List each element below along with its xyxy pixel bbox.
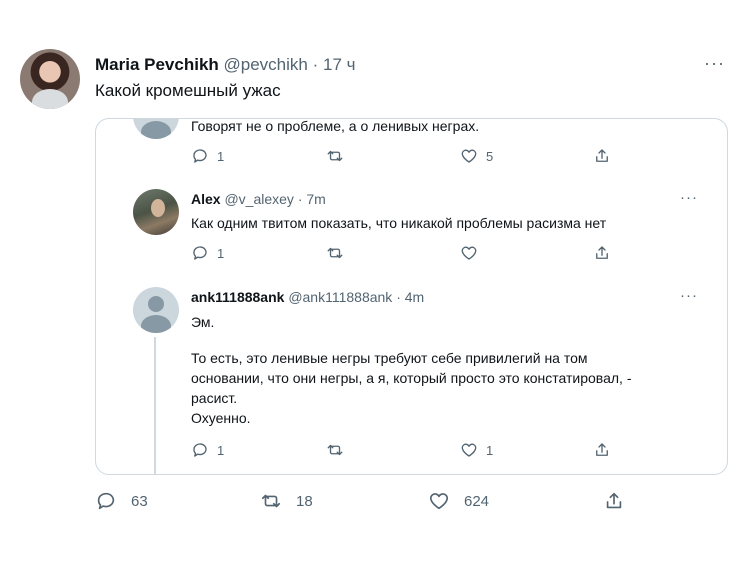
share-button[interactable] bbox=[593, 147, 611, 165]
action-bar: 1 1 bbox=[191, 441, 621, 459]
like-icon bbox=[461, 246, 477, 260]
retweet-button[interactable]: 18 bbox=[260, 490, 313, 512]
like-count: 624 bbox=[464, 492, 490, 510]
tweet-timestamp[interactable]: 4m bbox=[405, 289, 424, 305]
retweet-button[interactable] bbox=[326, 441, 352, 459]
retweet-count: 18 bbox=[296, 492, 313, 510]
avatar bbox=[133, 119, 179, 139]
reply-icon bbox=[193, 246, 207, 260]
tweet-text: Эм. То есть, это ленивые негры требуют с… bbox=[191, 312, 691, 428]
like-count: 1 bbox=[486, 442, 494, 458]
reply-icon bbox=[193, 149, 207, 163]
more-options-icon[interactable]: ··· bbox=[704, 53, 725, 74]
reply-count: 63 bbox=[131, 492, 148, 510]
like-button[interactable]: 5 bbox=[460, 147, 493, 165]
tweet-timestamp[interactable]: 17 ч bbox=[323, 55, 356, 74]
embedded-image[interactable]: Говорят не о проблеме, а о ленивых негра… bbox=[95, 118, 728, 475]
like-icon bbox=[429, 493, 449, 510]
author-name[interactable]: Maria Pevchikh bbox=[95, 55, 219, 74]
separator-dot: · bbox=[312, 55, 319, 74]
reply-button[interactable]: 1 bbox=[191, 441, 224, 459]
share-icon bbox=[596, 246, 608, 259]
author-handle[interactable]: @pevchikh bbox=[224, 55, 308, 74]
retweet-icon bbox=[327, 444, 343, 456]
like-button[interactable] bbox=[460, 244, 486, 262]
author-avatar[interactable] bbox=[20, 49, 80, 109]
share-icon bbox=[596, 149, 608, 162]
tweet-line: основании, что они негры, а я, который п… bbox=[191, 370, 632, 386]
reply-button[interactable]: 1 bbox=[191, 244, 224, 262]
like-icon bbox=[461, 443, 477, 457]
share-icon bbox=[596, 443, 608, 456]
retweet-icon bbox=[327, 247, 343, 259]
tweet-line: Эм. bbox=[191, 314, 215, 330]
tweet-line: Охуенно. bbox=[191, 410, 251, 426]
author-name[interactable]: Alex bbox=[191, 191, 221, 207]
tweet-text: Какой кромешный ужас bbox=[95, 81, 281, 100]
reply-count: 1 bbox=[217, 148, 225, 164]
reply-icon bbox=[193, 443, 207, 457]
more-options-icon[interactable]: ··· bbox=[680, 287, 698, 304]
avatar[interactable] bbox=[133, 287, 179, 333]
avatar[interactable] bbox=[133, 189, 179, 235]
author-name[interactable]: ank111888ank bbox=[191, 289, 284, 305]
share-icon bbox=[606, 492, 622, 509]
retweet-button[interactable] bbox=[326, 147, 352, 165]
reply-button[interactable]: 63 bbox=[95, 490, 148, 512]
like-icon bbox=[461, 149, 477, 163]
tweet-header: Maria Pevchikh @pevchikh · 17 ч bbox=[95, 55, 356, 75]
reply-icon bbox=[97, 492, 115, 510]
share-button[interactable] bbox=[593, 244, 611, 262]
like-count: 5 bbox=[486, 148, 494, 164]
action-bar: 1 5 bbox=[191, 147, 621, 165]
reply-button[interactable]: 1 bbox=[191, 147, 224, 165]
tweet-header: Alex @v_alexey · 7m bbox=[191, 191, 326, 207]
tweet-line: То есть, это ленивые негры требуют себе … bbox=[191, 350, 588, 366]
action-bar: 1 bbox=[191, 244, 621, 262]
tweet-timestamp[interactable]: 7m bbox=[306, 191, 325, 207]
like-button[interactable]: 1 bbox=[460, 441, 493, 459]
tweet-line: расист. bbox=[191, 390, 238, 406]
author-handle[interactable]: @v_alexey bbox=[224, 191, 293, 207]
thread-line bbox=[154, 337, 156, 474]
reply-count: 1 bbox=[217, 442, 225, 458]
like-button[interactable]: 624 bbox=[428, 490, 489, 512]
separator-dot: · bbox=[297, 191, 303, 207]
tweet-text: Как одним твитом показать, что никакой п… bbox=[191, 213, 691, 233]
more-options-icon[interactable]: ··· bbox=[680, 189, 698, 206]
action-bar: 63 18 624 bbox=[95, 490, 635, 514]
separator-dot: · bbox=[396, 289, 401, 305]
author-handle[interactable]: @ank111888ank bbox=[288, 289, 392, 305]
share-button[interactable] bbox=[603, 490, 625, 512]
share-button[interactable] bbox=[593, 441, 611, 459]
tweet-header: ank111888ank @ank111888ank · 4m bbox=[191, 289, 424, 305]
tweet-line: Как одним твитом показать, что никакой п… bbox=[191, 215, 607, 231]
tweet-text: Говорят не о проблеме, а о ленивых негра… bbox=[191, 118, 480, 134]
retweet-icon bbox=[261, 494, 281, 508]
reply-count: 1 bbox=[217, 245, 225, 261]
tweet-line bbox=[191, 332, 691, 348]
retweet-icon bbox=[327, 150, 343, 162]
retweet-button[interactable] bbox=[326, 244, 352, 262]
